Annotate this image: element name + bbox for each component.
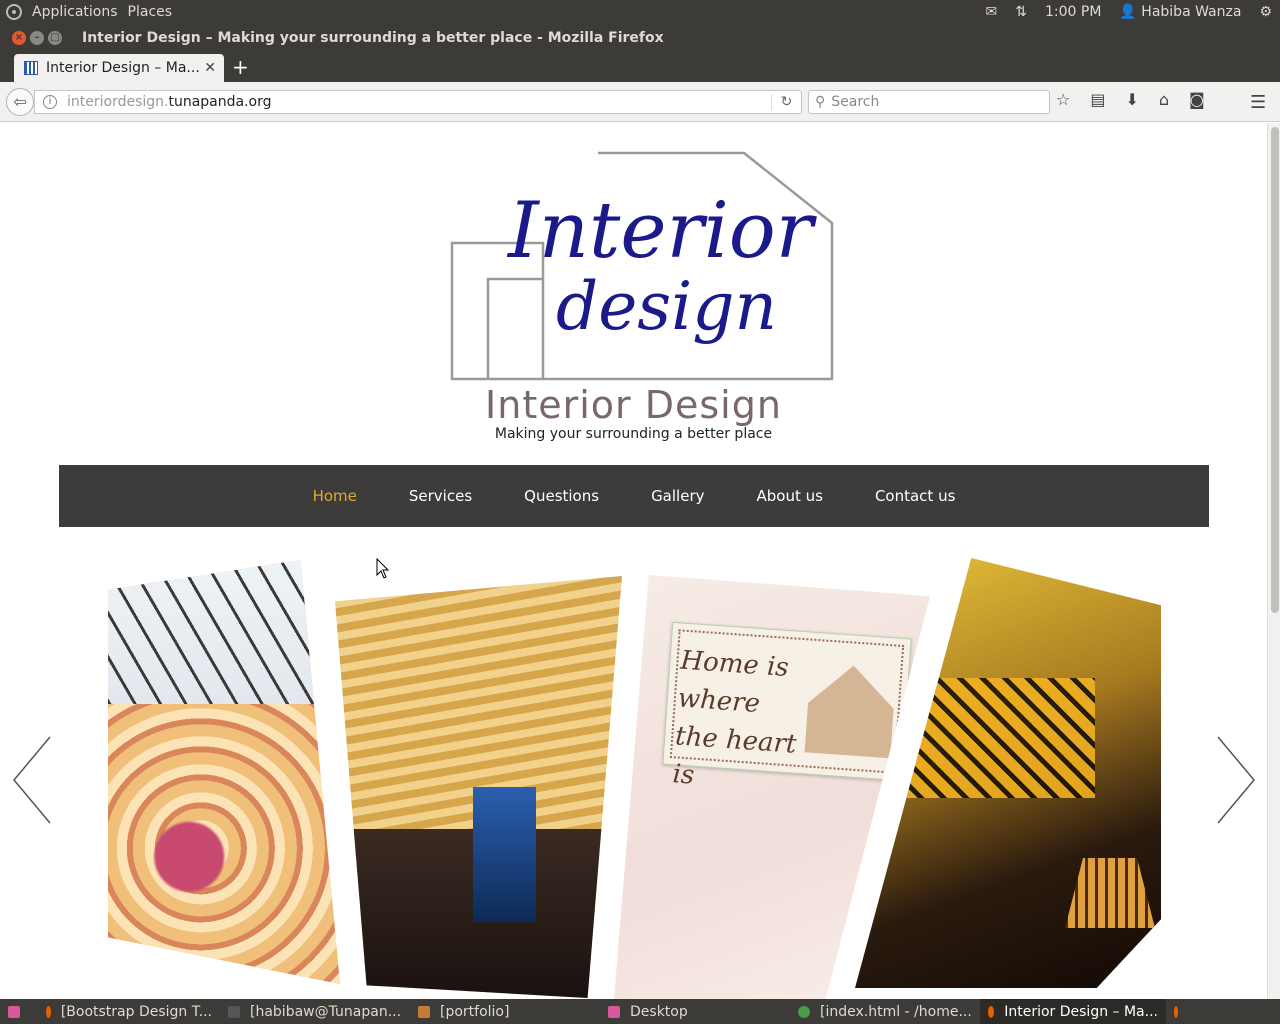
firefox-icon — [988, 1005, 995, 1018]
tab-close-icon[interactable]: ✕ — [204, 60, 216, 76]
taskbar-item-label: [habibaw@Tunapan... — [250, 1003, 402, 1020]
nav-contact[interactable]: Contact us — [875, 487, 955, 505]
logo-text-interior: Interior — [506, 186, 818, 276]
slider-prev-arrow-icon[interactable] — [12, 735, 52, 825]
downloads-icon[interactable]: ⬇ — [1125, 90, 1138, 109]
places-menu[interactable]: Places — [128, 4, 173, 20]
firefox-icon — [1174, 1005, 1178, 1018]
bookmarks-list-icon[interactable]: ▤ — [1090, 90, 1105, 109]
desktop-icon — [608, 1005, 620, 1018]
hamburger-menu-icon[interactable]: ☰ — [1250, 92, 1266, 113]
lamp-shade-small — [1065, 858, 1155, 928]
window-minimize-button[interactable]: – — [30, 31, 44, 45]
user-menu[interactable]: 👤 Habiba Wanza — [1119, 4, 1241, 20]
url-host: interiordesign. — [67, 94, 169, 110]
taskbar-item-label: [index.html - /home... — [820, 1003, 972, 1020]
logo-text-design: design — [556, 268, 777, 345]
web-page: Interior design Interior Design Making y… — [0, 123, 1267, 999]
editor-icon — [798, 1005, 810, 1018]
slide-spiral-staircase[interactable] — [108, 560, 340, 984]
url-domain: tunapanda.org — [168, 94, 272, 110]
nav-about[interactable]: About us — [757, 487, 823, 505]
page-scrollbar[interactable] — [1267, 123, 1280, 999]
taskbar-item-label: Desktop — [630, 1003, 688, 1020]
bottom-taskbar: [Bootstrap Design T... [habibaw@Tunapan.… — [0, 999, 1280, 1024]
new-tab-button[interactable]: + — [232, 56, 249, 78]
taskbar-item[interactable]: [index.html - /home... — [790, 999, 980, 1024]
top-panel: Applications Places ✉ ⇅ 1:00 PM 👤 Habiba… — [0, 0, 1280, 24]
back-button[interactable]: ⇦ — [6, 88, 34, 116]
ubuntu-logo-icon[interactable] — [6, 4, 22, 20]
taskbar-item-label: [Bootstrap Design T... — [60, 1003, 212, 1020]
search-placeholder: Search — [831, 94, 880, 110]
nav-home[interactable]: Home — [313, 487, 357, 505]
tab-strip: Interior Design – Ma... ✕ + — [0, 52, 1280, 82]
sign-text: Home is where the heart is — [671, 645, 798, 791]
user-name: Habiba Wanza — [1141, 4, 1242, 20]
pocket-icon[interactable]: ◙ — [1189, 90, 1205, 109]
user-icon: 👤 — [1119, 4, 1137, 20]
terminal-icon — [228, 1005, 240, 1018]
bookmark-star-icon[interactable]: ☆ — [1056, 90, 1070, 109]
show-desktop-icon — [8, 1005, 20, 1018]
nav-questions[interactable]: Questions — [524, 487, 599, 505]
toolbar-icons: ☆ ▤ ⬇ ⌂ ◙ — [1056, 90, 1205, 109]
folder-icon — [418, 1005, 430, 1018]
clock[interactable]: 1:00 PM — [1045, 4, 1101, 20]
applications-menu[interactable]: Applications — [32, 4, 118, 20]
home-sign-plaque: Home is where the heart is — [662, 621, 912, 791]
slide-golden-hallway[interactable] — [335, 576, 622, 998]
network-icon[interactable]: ⇅ — [1015, 4, 1027, 20]
favicon-icon — [24, 61, 38, 75]
firefox-launcher[interactable] — [1166, 999, 1196, 1024]
reload-icon[interactable]: ↻ — [771, 94, 801, 110]
slide-hallway-door — [472, 787, 536, 923]
search-field[interactable]: ⚲ Search — [808, 90, 1050, 114]
nav-gallery[interactable]: Gallery — [651, 487, 704, 505]
home-icon[interactable]: ⌂ — [1159, 90, 1169, 109]
show-desktop-button[interactable] — [0, 999, 38, 1024]
taskbar-item[interactable]: [habibaw@Tunapan... — [220, 999, 410, 1024]
mail-icon[interactable]: ✉ — [986, 4, 998, 20]
lamp-shade — [895, 678, 1095, 798]
window-titlebar: × – □ Interior Design – Making your surr… — [0, 24, 1280, 52]
nav-services[interactable]: Services — [409, 487, 472, 505]
slider-next-arrow-icon[interactable] — [1216, 735, 1256, 825]
site-logo[interactable]: Interior design — [448, 151, 838, 383]
taskbar-item-label: [portfolio] — [440, 1003, 510, 1020]
search-icon: ⚲ — [815, 94, 826, 110]
taskbar-item-active[interactable]: Interior Design – Ma... — [980, 999, 1166, 1024]
taskbar-item[interactable]: [portfolio] — [410, 999, 600, 1024]
scrollbar-thumb[interactable] — [1271, 127, 1279, 613]
tab-title: Interior Design – Ma... — [46, 60, 200, 76]
browser-tab[interactable]: Interior Design – Ma... ✕ — [14, 54, 224, 82]
window-close-button[interactable]: × — [12, 31, 26, 45]
taskbar-item[interactable]: [Bootstrap Design T... — [38, 999, 220, 1024]
site-title: Interior Design — [485, 383, 782, 427]
mouse-cursor-icon — [376, 558, 390, 579]
window-title: Interior Design – Making your surroundin… — [82, 30, 664, 46]
taskbar-item[interactable]: Desktop — [600, 999, 790, 1024]
site-tagline: Making your surrounding a better place — [494, 426, 773, 442]
url-bar[interactable]: i interiordesign. tunapanda.org ↻ — [34, 90, 802, 114]
window-maximize-button[interactable]: □ — [48, 31, 62, 45]
taskbar-item-label: Interior Design – Ma... — [1004, 1003, 1158, 1020]
firefox-icon — [46, 1005, 51, 1018]
settings-gear-icon[interactable]: ⚙ — [1259, 4, 1272, 20]
main-nav: Home Services Questions Gallery About us… — [59, 465, 1209, 527]
site-info-icon[interactable]: i — [43, 95, 57, 109]
